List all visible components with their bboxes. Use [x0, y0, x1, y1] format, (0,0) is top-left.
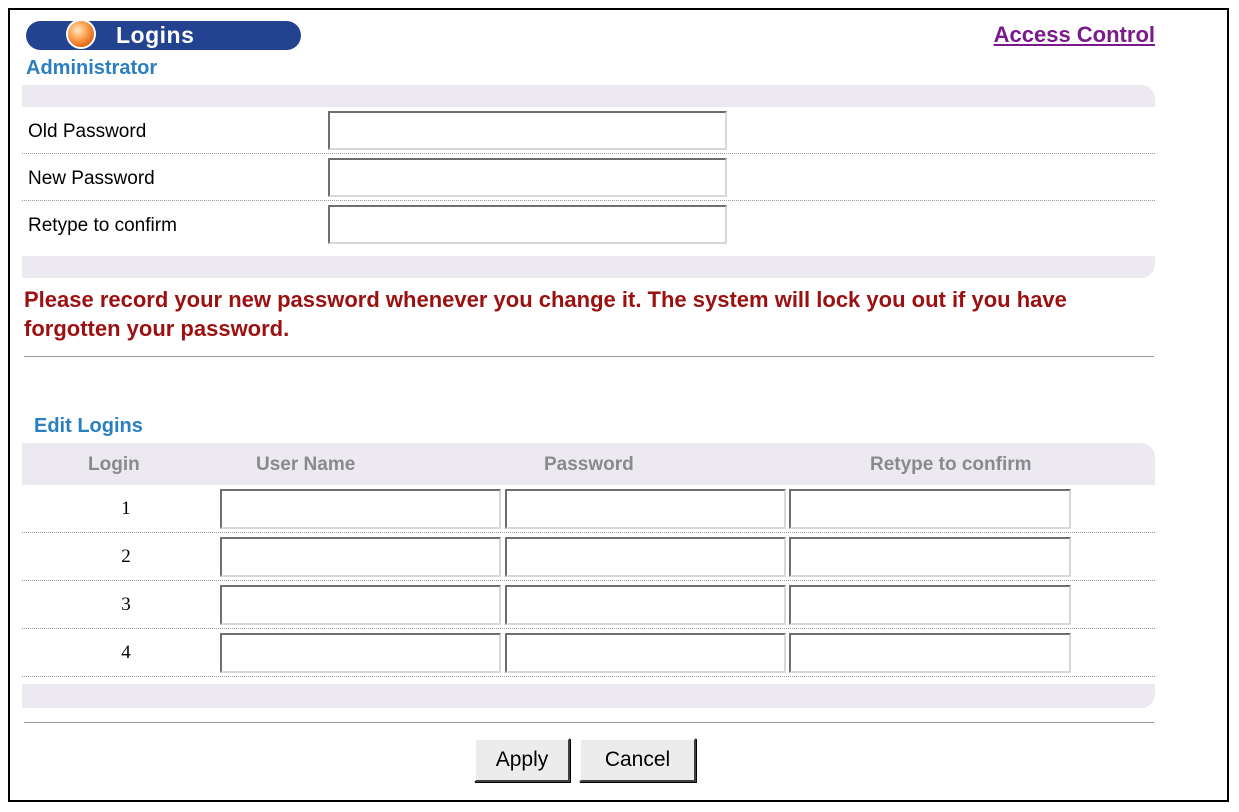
apply-button[interactable]: Apply	[474, 738, 570, 782]
user-name-input-1[interactable]	[220, 489, 501, 529]
password-input-3[interactable]	[505, 585, 786, 625]
user-name-input-2[interactable]	[220, 537, 501, 577]
user-name-input-3[interactable]	[220, 585, 501, 625]
retype-input-3[interactable]	[789, 585, 1071, 625]
login-number: 1	[121, 498, 131, 519]
retype-input-1[interactable]	[789, 489, 1071, 529]
password-input-1[interactable]	[505, 489, 786, 529]
retype-password-input[interactable]	[328, 205, 727, 244]
password-input-4[interactable]	[505, 633, 786, 673]
table-row: 4	[22, 629, 1155, 677]
administrator-panel: Old Password New Password Retype to conf…	[22, 85, 1155, 278]
login-number: 3	[121, 594, 131, 615]
table-row: 3	[22, 581, 1155, 629]
new-password-row: New Password	[22, 154, 1155, 201]
login-number: 4	[121, 642, 131, 663]
divider	[24, 356, 1154, 357]
column-header-retype: Retype to confirm	[870, 454, 1032, 475]
table-header: Login User Name Password Retype to confi…	[22, 443, 1155, 485]
column-header-user-name: User Name	[256, 454, 356, 475]
divider	[24, 722, 1154, 723]
new-password-label: New Password	[28, 168, 155, 189]
column-header-password: Password	[544, 454, 634, 475]
new-password-input[interactable]	[328, 158, 727, 197]
table-row: 2	[22, 533, 1155, 581]
access-control-link[interactable]: Access Control	[994, 22, 1155, 48]
cancel-button[interactable]: Cancel	[579, 738, 696, 782]
password-input-2[interactable]	[505, 537, 786, 577]
panel-header-bar	[22, 85, 1155, 107]
password-warning-text: Please record your new password whenever…	[24, 287, 1067, 341]
panel-footer-bar	[22, 256, 1155, 278]
retype-password-label: Retype to confirm	[28, 215, 177, 236]
page-title-banner: Logins	[26, 19, 301, 50]
table-row: 1	[22, 485, 1155, 533]
old-password-row: Old Password	[22, 107, 1155, 154]
page-title: Logins	[116, 22, 195, 48]
edit-logins-table: Login User Name Password Retype to confi…	[22, 443, 1155, 708]
table-footer-bar	[22, 684, 1155, 708]
login-number: 2	[121, 546, 131, 567]
retype-input-2[interactable]	[789, 537, 1071, 577]
column-header-login: Login	[88, 454, 140, 475]
old-password-label: Old Password	[28, 121, 147, 142]
administrator-section-title: Administrator	[26, 57, 158, 79]
retype-password-row: Retype to confirm	[22, 201, 1155, 248]
retype-input-4[interactable]	[789, 633, 1071, 673]
user-name-input-4[interactable]	[220, 633, 501, 673]
old-password-input[interactable]	[328, 111, 727, 150]
orb-icon	[66, 19, 96, 49]
edit-logins-section-title: Edit Logins	[34, 415, 143, 437]
